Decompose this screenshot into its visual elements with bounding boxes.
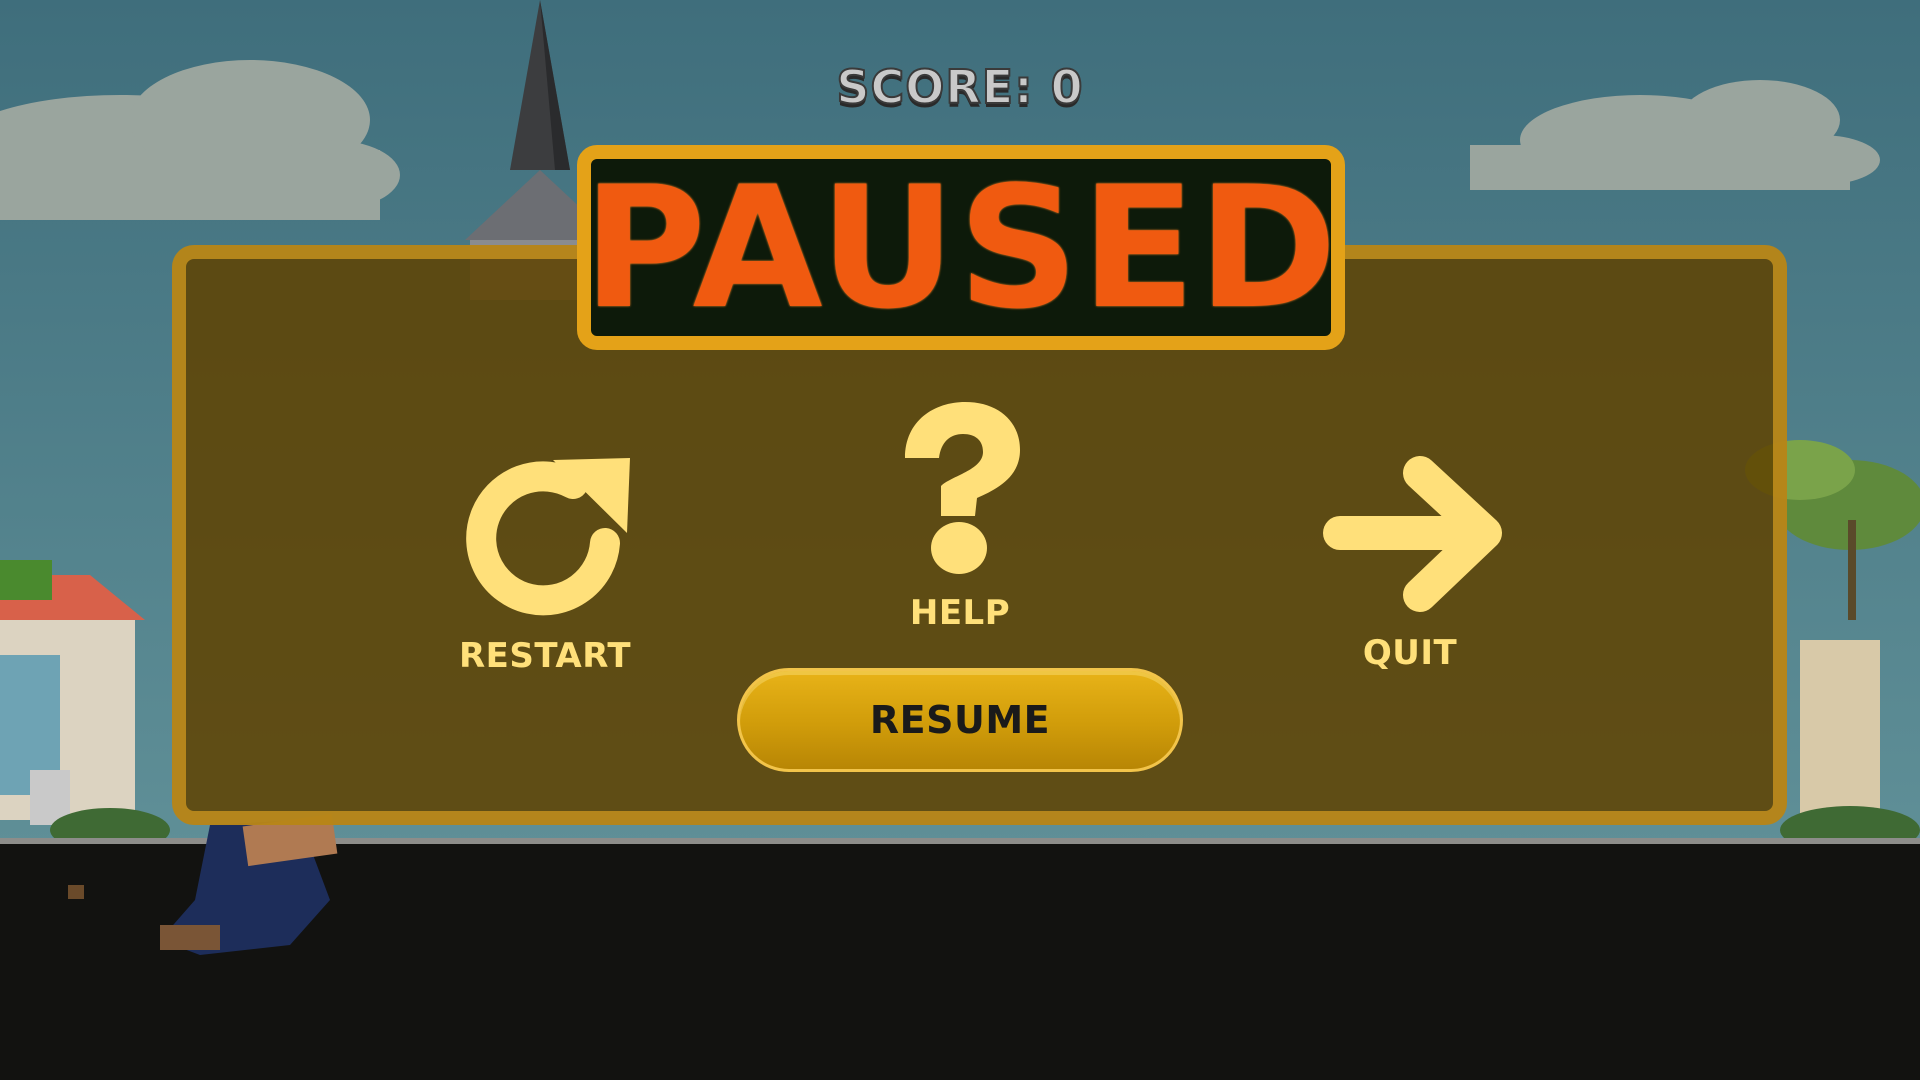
score-display: SCORE: 0 xyxy=(835,59,1084,115)
restart-icon xyxy=(466,458,630,616)
help-button[interactable]: HELP xyxy=(850,400,1070,633)
restart-label: RESTART xyxy=(458,636,632,676)
paused-title: PAUSED xyxy=(582,149,1340,346)
quit-button[interactable]: QUIT xyxy=(1290,455,1530,673)
quit-label: QUIT xyxy=(1362,633,1458,673)
paused-title-banner: PAUSED xyxy=(577,145,1345,350)
question-mark-icon xyxy=(905,402,1020,574)
resume-button[interactable]: RESUME xyxy=(737,668,1183,772)
arrow-right-icon xyxy=(1323,456,1502,612)
restart-button[interactable]: RESTART xyxy=(430,448,660,676)
help-label: HELP xyxy=(909,593,1011,633)
